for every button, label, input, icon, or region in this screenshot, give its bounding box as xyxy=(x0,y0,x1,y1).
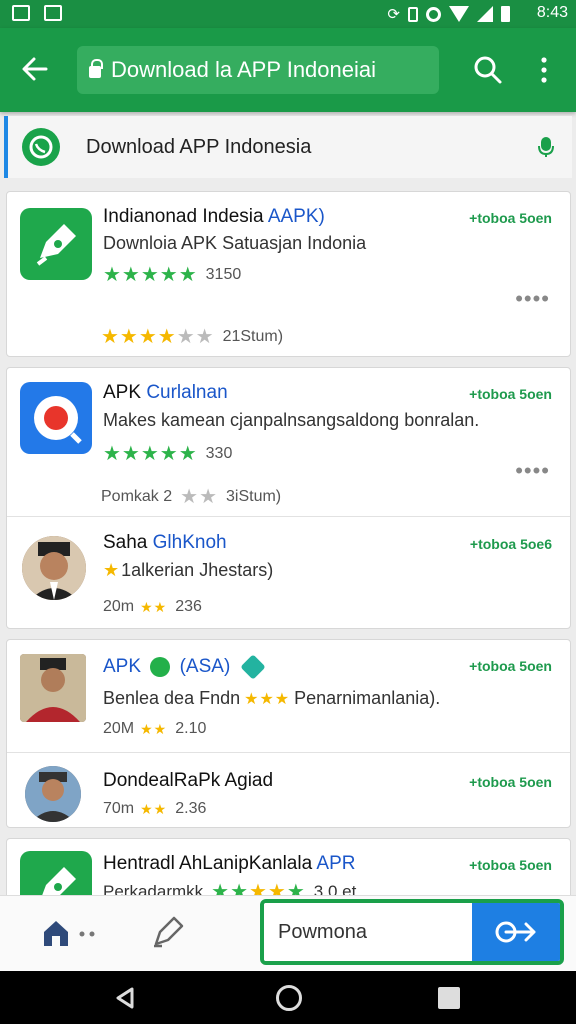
star-rating-icon: ★★ xyxy=(140,598,168,615)
star-icon: ★ xyxy=(103,560,120,580)
verified-icon xyxy=(150,656,171,677)
result-card[interactable]: APK (ASA) Benlea dea Fndn ★★★ Penarniman… xyxy=(6,639,571,828)
user-avatar[interactable] xyxy=(22,536,86,600)
app-title[interactable]: Indianonad Indesia AAPK) xyxy=(103,206,325,228)
search-query: Download APP Indonesia xyxy=(86,136,312,158)
rating: 20M ★★ 2.10 xyxy=(103,720,207,737)
app-title[interactable]: DondealRaPk Agiad xyxy=(103,770,273,792)
app-subtitle: Benlea dea Fndn ★★★ Penarnimanlania). xyxy=(103,688,441,708)
user-avatar[interactable] xyxy=(25,766,81,822)
system-nav-bar xyxy=(0,971,576,1024)
clock: 8:43 xyxy=(536,4,568,21)
more-options-icon[interactable]: •••• xyxy=(515,286,550,312)
data-saver-icon xyxy=(426,6,441,22)
home-icon[interactable] xyxy=(42,918,98,948)
download-tag[interactable]: +toboa 5oen xyxy=(469,857,552,873)
status-bar: ⟳ 8:43 xyxy=(0,0,576,28)
download-tag[interactable]: +toboa 5oen xyxy=(469,774,552,790)
star-rating-icon: ★★★ xyxy=(244,690,291,708)
more-vert-icon[interactable] xyxy=(536,54,552,86)
message-input-group xyxy=(260,899,564,965)
star-rating-icon: ★★ xyxy=(140,720,168,737)
download-tag[interactable]: +toboa 5oe6 xyxy=(470,536,552,552)
app-title[interactable]: APK Curlalnan xyxy=(103,382,228,404)
app-title[interactable]: Saha GlhKnoh xyxy=(103,532,227,554)
rating: ★★★★★ 330 xyxy=(103,443,233,465)
app-icon-target xyxy=(20,382,92,454)
image-icon xyxy=(44,5,62,21)
download-tag[interactable]: +toboa 5oen xyxy=(469,386,552,402)
rating-secondary: ★★★★★★ 21Stum) xyxy=(101,326,284,348)
app-subtitle: Makes kamean cjanpalnsangsaldong bonrala… xyxy=(103,410,480,430)
search-icon[interactable] xyxy=(472,54,504,86)
app-bar: Download la APP Indoneiai xyxy=(0,28,576,112)
lock-icon xyxy=(89,59,103,78)
nav-recents-icon[interactable] xyxy=(438,987,460,1009)
user-avatar[interactable] xyxy=(20,654,86,722)
app-subtitle: ★ 1alkerian Jhestars) xyxy=(103,560,274,580)
star-rating-icon: ★★★★★ xyxy=(103,443,198,465)
star-rating-icon: ★★★★★ xyxy=(103,264,198,286)
rating: ★★★★★ 3150 xyxy=(103,264,242,286)
battery-icon xyxy=(501,6,510,22)
mic-icon[interactable] xyxy=(537,136,555,158)
rating: 70m ★★ 2.36 xyxy=(103,800,207,817)
edit-hand-icon[interactable] xyxy=(150,914,186,950)
star-rating-icon: ★★ xyxy=(180,486,218,508)
app-title[interactable]: Hentradl AhLanipKanlala APR xyxy=(103,853,355,875)
app-subtitle: Downloia APK Satuasjan Indonia xyxy=(103,233,367,253)
vibrate-icon xyxy=(408,6,418,22)
download-tag[interactable]: +toboa 5oen xyxy=(469,658,552,674)
rating: 20m ★★ 236 xyxy=(103,598,202,615)
sync-icon: ⟳ xyxy=(387,6,400,23)
bottom-bar xyxy=(0,895,576,971)
wifi-icon xyxy=(449,6,469,22)
rating-secondary: Pomkak 2 ★★ 3iStum) xyxy=(101,486,282,508)
app-title[interactable]: APK (ASA) xyxy=(103,654,266,680)
diamond-icon xyxy=(239,654,266,680)
message-input[interactable] xyxy=(264,903,472,961)
gallery-icon xyxy=(12,5,30,21)
url-text: Download la APP Indoneiai xyxy=(111,57,377,82)
star-rating-icon: ★★★★★★ xyxy=(101,326,215,348)
url-bar[interactable]: Download la APP Indoneiai xyxy=(77,46,439,94)
signal-icon xyxy=(477,6,493,22)
download-tag[interactable]: +toboa 5oen xyxy=(469,210,552,226)
nav-back-icon[interactable] xyxy=(114,987,136,1009)
nav-home-icon[interactable] xyxy=(276,985,302,1011)
result-card[interactable]: APK Curlalnan Makes kamean cjanpalnsangs… xyxy=(6,367,571,629)
send-button[interactable] xyxy=(472,903,560,961)
search-bar[interactable]: Download APP Indonesia xyxy=(4,116,572,178)
star-rating-icon: ★★ xyxy=(140,800,168,817)
result-card[interactable]: Indianonad Indesia AAPK) Downloia APK Sa… xyxy=(6,191,571,357)
back-arrow-icon[interactable] xyxy=(18,52,52,86)
more-options-icon[interactable]: •••• xyxy=(515,458,550,484)
send-icon xyxy=(495,921,536,943)
app-icon-edit xyxy=(20,208,92,280)
whatsapp-icon xyxy=(22,128,60,166)
